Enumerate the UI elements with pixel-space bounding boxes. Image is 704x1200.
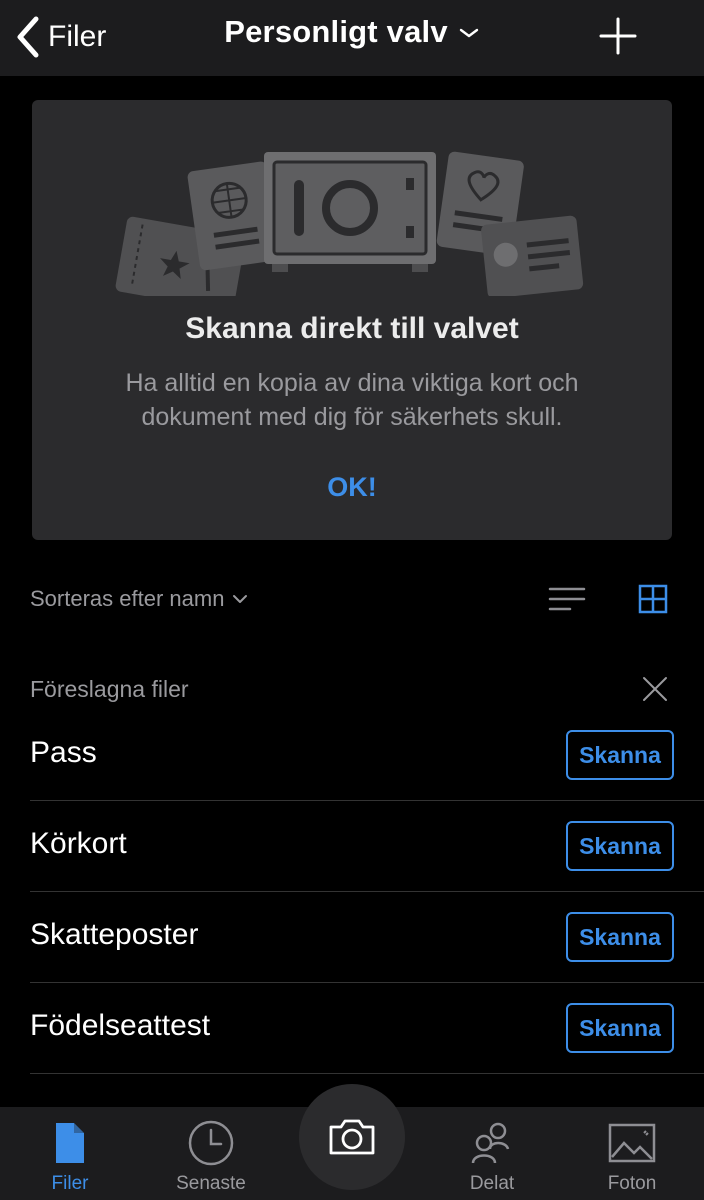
people-icon xyxy=(471,1122,510,1164)
tab-recent[interactable]: Senaste xyxy=(161,1119,261,1195)
vault-screen: Filer Personligt valv Skanna direkt till… xyxy=(0,0,704,1200)
suggested-files-heading: Föreslagna filer xyxy=(30,676,189,702)
tab-photos[interactable]: Foton xyxy=(582,1119,682,1195)
page-title: Personligt valv xyxy=(224,14,448,49)
scan-button[interactable]: Skanna xyxy=(566,730,674,780)
add-icon[interactable] xyxy=(598,16,638,56)
chevron-down-icon xyxy=(459,28,478,38)
promo-ok-button[interactable]: OK! xyxy=(32,472,672,503)
suggested-file-label: Pass xyxy=(30,736,97,769)
scan-button[interactable]: Skanna xyxy=(566,821,674,871)
suggested-file-label: Körkort xyxy=(30,827,127,860)
promo-description: Ha alltid en kopia av dina viktiga kort … xyxy=(125,369,579,431)
promo-title: Skanna direkt till valvet xyxy=(185,312,519,345)
list-item: Skatteposter Skanna xyxy=(30,892,704,983)
top-nav-bar: Filer Personligt valv xyxy=(0,0,704,76)
suggested-file-label: Skatteposter xyxy=(30,918,199,951)
chevron-down-icon xyxy=(233,595,248,603)
list-item: Pass Skanna xyxy=(30,710,704,801)
file-icon xyxy=(56,1123,84,1163)
tab-label: Delat xyxy=(469,1173,515,1194)
camera-scan-button[interactable] xyxy=(299,1084,405,1190)
tab-label: Senaste xyxy=(176,1173,246,1194)
camera-icon xyxy=(329,1119,375,1155)
tab-shared[interactable]: Delat xyxy=(442,1119,542,1195)
list-item: Födelseattest Skanna xyxy=(30,983,704,1074)
tab-label: Filer xyxy=(51,1173,89,1194)
tab-files[interactable]: Filer xyxy=(20,1119,120,1195)
close-icon[interactable] xyxy=(642,676,668,702)
scan-promo-card: Skanna direkt till valvet Ha alltid en k… xyxy=(32,100,672,540)
tab-label: Foton xyxy=(607,1173,657,1194)
photo-icon xyxy=(608,1123,656,1163)
scan-button[interactable]: Skanna xyxy=(566,912,674,962)
sort-label: Sorteras efter namn xyxy=(30,586,225,611)
suggested-file-label: Födelseattest xyxy=(30,1009,211,1042)
scan-button[interactable]: Skanna xyxy=(566,1003,674,1053)
suggested-files-list: Pass Skanna Körkort Skanna Skatteposter … xyxy=(30,710,704,1074)
sort-selector[interactable]: Sorteras efter namn xyxy=(30,586,248,612)
clock-icon xyxy=(188,1120,234,1166)
grid-view-icon[interactable] xyxy=(638,584,668,614)
list-view-icon[interactable] xyxy=(548,585,586,613)
vault-illustration xyxy=(115,151,584,296)
list-item: Körkort Skanna xyxy=(30,801,704,892)
